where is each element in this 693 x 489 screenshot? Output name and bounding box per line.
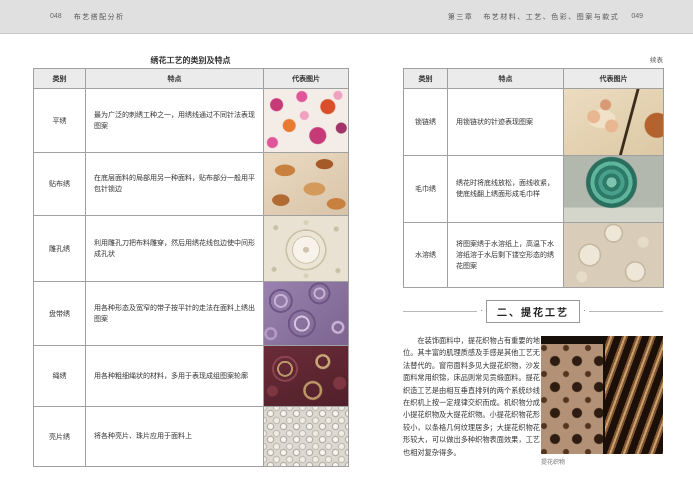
page-number-left: 048 bbox=[50, 13, 62, 20]
image-cell bbox=[564, 89, 664, 156]
towel-embroidery-photo bbox=[564, 156, 663, 222]
water-soluble-lace-photo bbox=[564, 223, 663, 287]
eyelet-embroidery-photo bbox=[264, 216, 348, 281]
image-cell bbox=[264, 216, 349, 282]
heading-dot-right: · bbox=[583, 307, 586, 315]
category-cell: 锁链绣 bbox=[404, 89, 448, 156]
running-header-left: 048 布艺搭配分析 bbox=[38, 12, 125, 22]
feature-cell: 利用雕孔刀把布料雕穿，然后用绣花线包边使中间形成孔状 bbox=[86, 216, 264, 282]
feature-cell: 在底层面料的局部用另一种面料，贴布部分一般用平包针锁边 bbox=[86, 153, 264, 216]
category-cell: 水溶绣 bbox=[404, 223, 448, 288]
table-row: 贴布绣 在底层面料的局部用另一种面料，贴布部分一般用平包针锁边 bbox=[34, 153, 349, 216]
table-row: 绳绣 用各种粗细绳状的材料，多用于表现成组图案轮廓 bbox=[34, 346, 349, 407]
image-cell bbox=[264, 89, 349, 153]
table-row: 锁链绣 用锁链状的针迹表现图案 bbox=[404, 89, 664, 156]
jacquard-paragraph: 在装饰面料中，提花织物占有重要的地位。其丰富的肌理质感及手感是其他工艺无法替代的… bbox=[403, 335, 540, 459]
column-header-image: 代表图片 bbox=[264, 69, 349, 89]
feature-cell: 绣花时将底线放松，面线收紧，使底线翻上绣面形成毛巾样 bbox=[448, 156, 564, 223]
jacquard-damask-area bbox=[541, 344, 603, 454]
running-header: 048 布艺搭配分析 第三章 布艺材料、工艺、色彩、图案与款式 049 bbox=[0, 0, 693, 34]
table-row: 水溶绣 将图案绣于水溶纸上，高温下水溶纸溶于水后剩下镂空形态的绣花图案 bbox=[404, 223, 664, 288]
column-header-feature: 特点 bbox=[448, 69, 564, 89]
table-row: 亮片绣 将各种亮片、珠片应用于面料上 bbox=[34, 407, 349, 467]
feature-cell: 最为广泛的刺绣工种之一，用绣线通过不同针法表现图案 bbox=[86, 89, 264, 153]
feature-cell: 将图案绣于水溶纸上，高温下水溶纸溶于水后剩下镂空形态的绣花图案 bbox=[448, 223, 564, 288]
table-row: 平绣 最为广泛的刺绣工种之一，用绣线通过不同针法表现图案 bbox=[34, 89, 349, 153]
ribbon-embroidery-photo bbox=[264, 282, 348, 345]
chapter-label: 第三章 bbox=[448, 12, 474, 22]
category-cell: 绳绣 bbox=[34, 346, 86, 407]
running-header-right: 第三章 布艺材料、工艺、色彩、图案与款式 049 bbox=[448, 12, 655, 22]
flat-embroidery-photo bbox=[264, 89, 348, 152]
heading-rule-right bbox=[589, 311, 663, 312]
book-title: 布艺搭配分析 bbox=[74, 12, 125, 22]
section-heading-jacquard: · 二、提花工艺 · bbox=[403, 301, 663, 321]
column-header-category: 类别 bbox=[34, 69, 86, 89]
table-header-row: 类别 特点 代表图片 bbox=[404, 69, 664, 89]
column-header-image: 代表图片 bbox=[564, 69, 664, 89]
feature-cell: 用各种粗细绳状的材料，多用于表现成组图案轮廓 bbox=[86, 346, 264, 407]
category-cell: 贴布绣 bbox=[34, 153, 86, 216]
column-header-feature: 特点 bbox=[86, 69, 264, 89]
image-cell bbox=[264, 346, 349, 407]
table-row: 雕孔绣 利用雕孔刀把布料雕穿，然后用绣花线包边使中间形成孔状 bbox=[34, 216, 349, 282]
image-cell bbox=[564, 223, 664, 288]
embroidery-table-continued: 类别 特点 代表图片 锁链绣 用锁链状的针迹表现图案 毛巾绣 绣花时将底线放松，… bbox=[403, 68, 664, 288]
category-cell: 平绣 bbox=[34, 89, 86, 153]
image-cell bbox=[264, 407, 349, 467]
sequin-embroidery-photo bbox=[264, 407, 348, 466]
image-cell bbox=[264, 153, 349, 216]
cord-embroidery-photo bbox=[264, 346, 348, 406]
section-heading-text: 二、提花工艺 bbox=[486, 300, 580, 323]
page-number-right: 049 bbox=[631, 13, 643, 20]
table-header-row: 类别 特点 代表图片 bbox=[34, 69, 349, 89]
feature-cell: 用各种形态及宽窄的带子按平针的走法在面料上绣出图案 bbox=[86, 282, 264, 346]
chapter-title: 布艺材料、工艺、色彩、图案与款式 bbox=[483, 12, 619, 22]
applique-embroidery-photo bbox=[264, 153, 348, 215]
jacquard-stripe-area bbox=[605, 336, 663, 454]
heading-rule-left bbox=[403, 311, 477, 312]
feature-cell: 将各种亮片、珠片应用于面料上 bbox=[86, 407, 264, 467]
category-cell: 盘带绣 bbox=[34, 282, 86, 346]
continuation-label: 续表 bbox=[650, 54, 663, 64]
embroidery-table: 类别 特点 代表图片 平绣 最为广泛的刺绣工种之一，用绣线通过不同针法表现图案 … bbox=[33, 68, 349, 467]
image-cell bbox=[264, 282, 349, 346]
embroidery-table-title: 绣花工艺的类别及特点 bbox=[33, 55, 348, 66]
image-cell bbox=[564, 156, 664, 223]
feature-cell: 用锁链状的针迹表现图案 bbox=[448, 89, 564, 156]
table-row: 盘带绣 用各种形态及宽窄的带子按平针的走法在面料上绣出图案 bbox=[34, 282, 349, 346]
category-cell: 毛巾绣 bbox=[404, 156, 448, 223]
category-cell: 雕孔绣 bbox=[34, 216, 86, 282]
jacquard-fabric-image bbox=[541, 336, 663, 454]
table-row: 毛巾绣 绣花时将底线放松，面线收紧，使底线翻上绣面形成毛巾样 bbox=[404, 156, 664, 223]
figure-caption: 提花织物 bbox=[541, 457, 565, 466]
chain-stitch-embroidery-photo bbox=[564, 89, 663, 155]
category-cell: 亮片绣 bbox=[34, 407, 86, 467]
column-header-category: 类别 bbox=[404, 69, 448, 89]
heading-dot-left: · bbox=[480, 307, 483, 315]
